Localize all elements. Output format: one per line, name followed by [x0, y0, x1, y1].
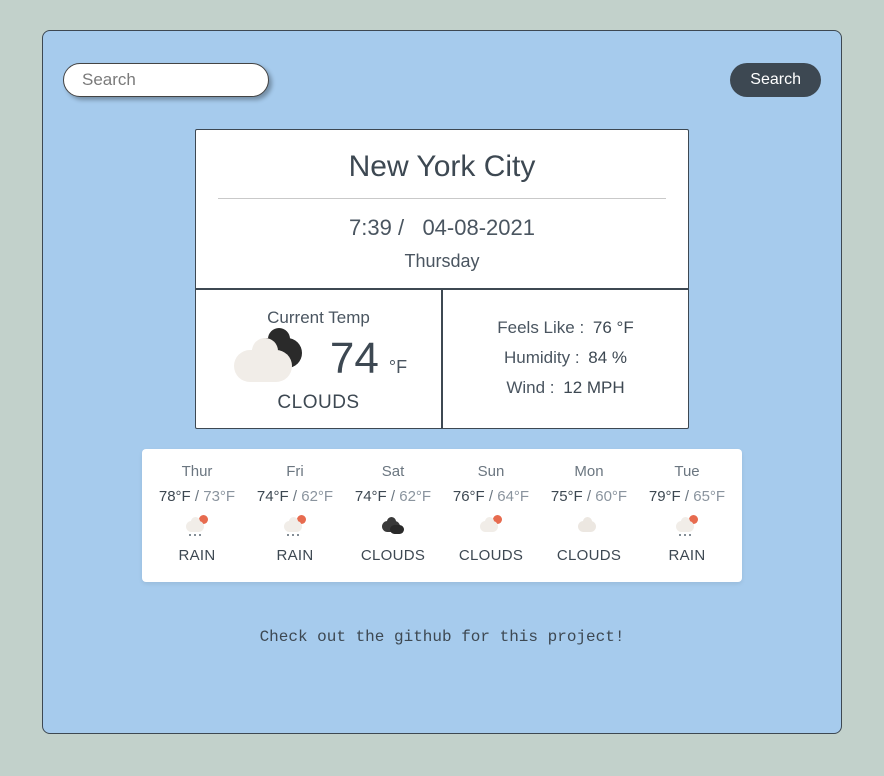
forecast-panel: Thur78°F / 73°FRAINFri74°F / 62°FRAINSat… [142, 449, 742, 582]
forecast-day-name: Mon [540, 463, 638, 480]
feels-like-line: Feels Like : 76 °F [451, 318, 680, 338]
forecast-lo: 65°F [693, 488, 725, 505]
forecast-day-name: Fri [246, 463, 344, 480]
forecast-temps: 76°F / 64°F [442, 488, 540, 505]
card-body: Current Temp 74 °F CLOUDS Feels Like : [196, 288, 688, 428]
rain-sun-icon [186, 516, 208, 536]
forecast-day-name: Sun [442, 463, 540, 480]
search-input[interactable] [63, 63, 269, 97]
forecast-condition: CLOUDS [540, 547, 638, 564]
rain-sun-icon [676, 516, 698, 536]
forecast-hi: 74°F [355, 488, 387, 505]
forecast-sep: / [681, 488, 694, 505]
current-temp-panel: Current Temp 74 °F CLOUDS [196, 290, 443, 428]
day-name: Thursday [214, 251, 670, 272]
forecast-sep: / [191, 488, 204, 505]
forecast-temps: 74°F / 62°F [344, 488, 442, 505]
forecast-day: Sat 74°F / 62°F CLOUDS [344, 463, 442, 564]
forecast-temps: 74°F / 62°F [246, 488, 344, 505]
divider [218, 198, 666, 199]
humidity-value: 84 % [588, 348, 627, 367]
forecast-sep: / [583, 488, 596, 505]
current-temp-value: 74 °F [330, 334, 407, 384]
clouds-light-icon [578, 516, 600, 536]
forecast-sep: / [485, 488, 498, 505]
forecast-day: Sun 76°F / 64°F CLOUDS [442, 463, 540, 564]
wind-label: Wind : [506, 378, 554, 397]
forecast-hi: 76°F [453, 488, 485, 505]
card-header: New York City 7:39 / 04-08-2021 Thursday [196, 130, 688, 288]
city-name: New York City [214, 150, 670, 184]
forecast-lo: 73°F [203, 488, 235, 505]
forecast-day: Tue 79°F / 65°F RAIN [638, 463, 736, 564]
forecast-temps: 79°F / 65°F [638, 488, 736, 505]
forecast-hi: 74°F [257, 488, 289, 505]
temp-row: 74 °F [204, 334, 433, 384]
weather-app: Search New York City 7:39 / 04-08-2021 T… [42, 30, 842, 734]
temp-unit: °F [389, 357, 407, 378]
clouds-icon [230, 334, 310, 384]
temp-number: 74 [330, 334, 379, 384]
forecast-condition: RAIN [148, 547, 246, 564]
forecast-day: Thur 78°F / 73°F RAIN [148, 463, 246, 564]
current-temp-label: Current Temp [204, 308, 433, 328]
clouds-sun-icon [480, 516, 502, 536]
forecast-day-name: Thur [148, 463, 246, 480]
feels-like-label: Feels Like : [497, 318, 584, 337]
forecast-sep: / [387, 488, 400, 505]
current-weather-card: New York City 7:39 / 04-08-2021 Thursday… [195, 129, 689, 429]
forecast-temps: 75°F / 60°F [540, 488, 638, 505]
feels-like-value: 76 °F [593, 318, 634, 337]
forecast-lo: 62°F [301, 488, 333, 505]
clouds-dark-icon [382, 516, 404, 536]
search-button[interactable]: Search [730, 63, 821, 97]
humidity-label: Humidity : [504, 348, 580, 367]
forecast-lo: 64°F [497, 488, 529, 505]
forecast-condition: CLOUDS [442, 547, 540, 564]
forecast-hi: 78°F [159, 488, 191, 505]
forecast-condition: CLOUDS [344, 547, 442, 564]
humidity-line: Humidity : 84 % [451, 348, 680, 368]
forecast-hi: 75°F [551, 488, 583, 505]
forecast-lo: 62°F [399, 488, 431, 505]
forecast-sep: / [289, 488, 302, 505]
forecast-day-name: Sat [344, 463, 442, 480]
forecast-day: Mon 75°F / 60°F CLOUDS [540, 463, 638, 564]
github-link[interactable]: Check out the github for this project! [260, 628, 625, 646]
current-stats-panel: Feels Like : 76 °F Humidity : 84 % Wind … [443, 290, 688, 428]
forecast-condition: RAIN [246, 547, 344, 564]
search-row: Search [63, 63, 821, 97]
rain-sun-icon [284, 516, 306, 536]
current-condition: CLOUDS [204, 392, 433, 414]
forecast-lo: 60°F [595, 488, 627, 505]
time-date: 7:39 / 04-08-2021 [214, 215, 670, 241]
wind-line: Wind : 12 MPH [451, 378, 680, 398]
wind-value: 12 MPH [563, 378, 624, 397]
forecast-day-name: Tue [638, 463, 736, 480]
time-value: 7:39 [349, 215, 392, 240]
forecast-hi: 79°F [649, 488, 681, 505]
forecast-day: Fri 74°F / 62°F RAIN [246, 463, 344, 564]
forecast-condition: RAIN [638, 547, 736, 564]
date-value: 04-08-2021 [422, 215, 535, 240]
time-date-separator: / [398, 215, 416, 240]
forecast-temps: 78°F / 73°F [148, 488, 246, 505]
